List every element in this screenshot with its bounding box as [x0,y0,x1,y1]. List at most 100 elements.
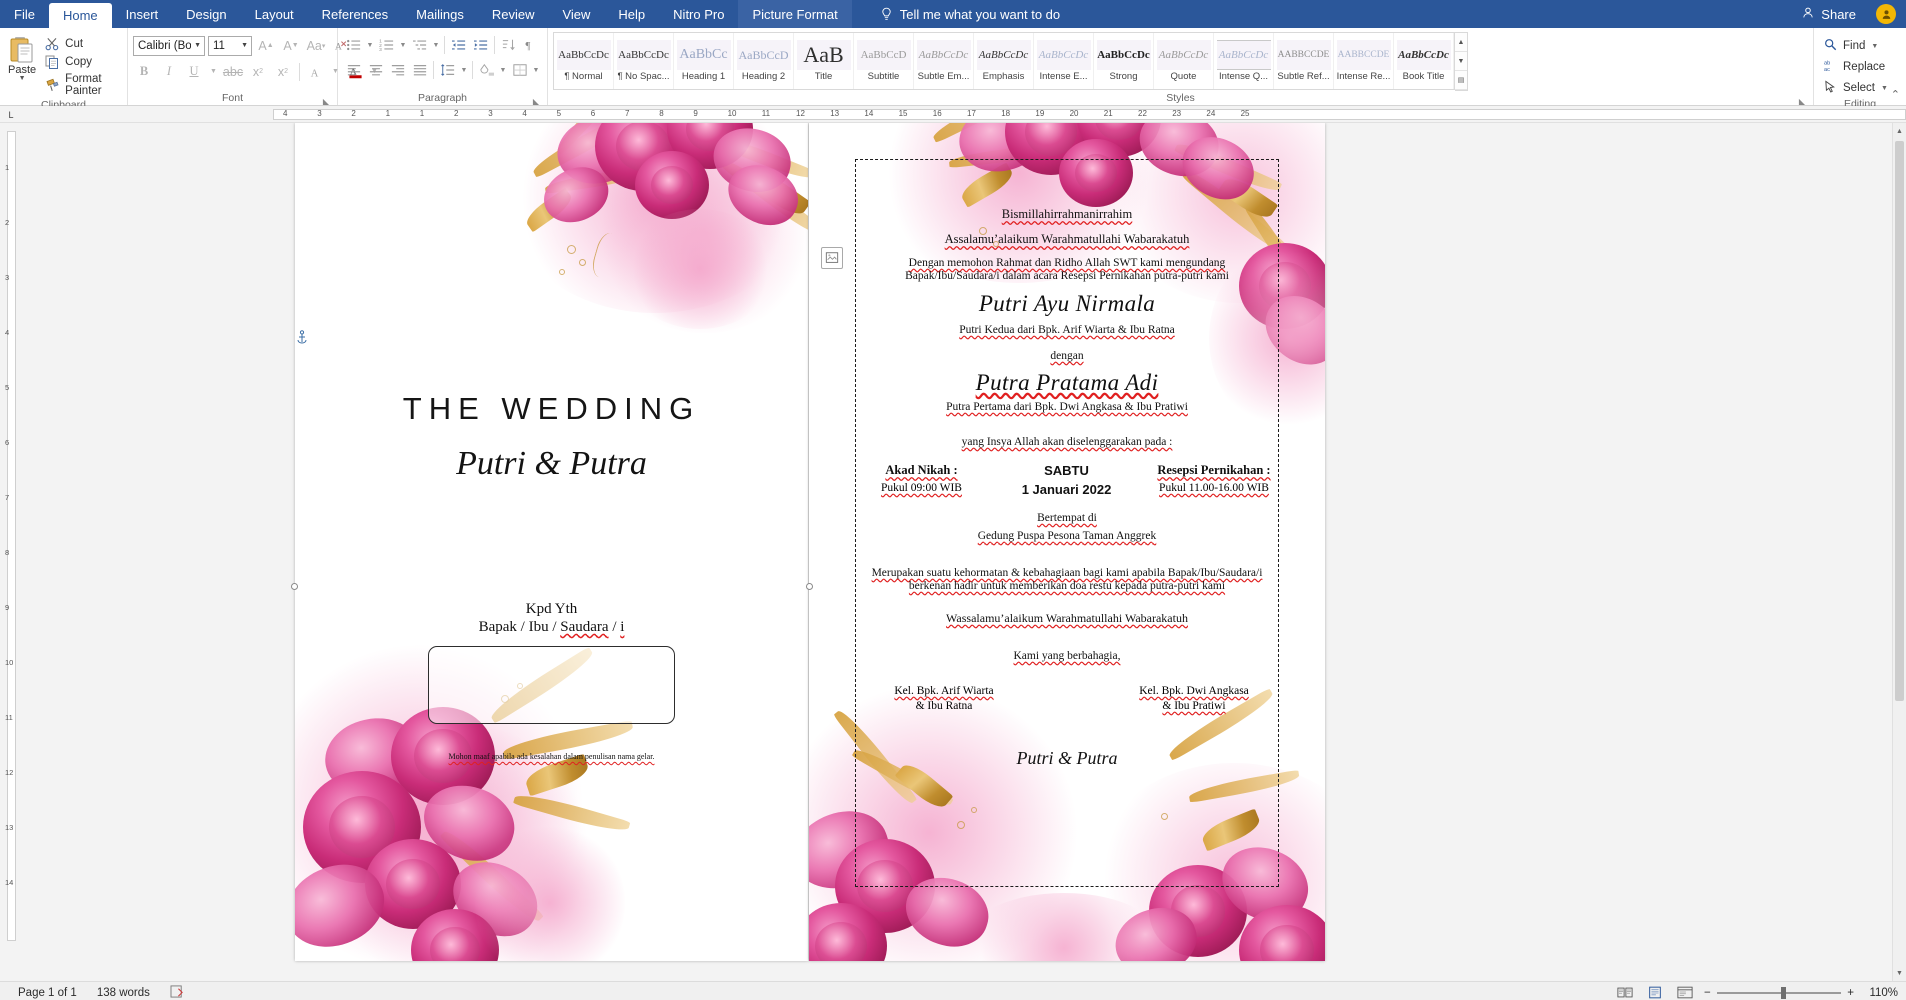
select-caret-icon[interactable]: ▼ [1881,85,1888,92]
web-layout-icon[interactable] [1674,984,1696,1000]
style-item-book-title[interactable]: AaBbCcDc Book Title [1394,33,1454,89]
tab-nitro-pro[interactable]: Nitro Pro [659,0,738,28]
zoom-out-button[interactable]: − [1704,987,1711,999]
line-spacing-icon[interactable] [437,60,458,80]
paste-button[interactable]: Paste ▼ [5,33,39,82]
text-effects-icon[interactable]: A [305,61,327,82]
bold-icon[interactable]: B [133,61,155,82]
tab-stop-icon[interactable]: L [0,106,22,122]
subscript-icon[interactable]: x2 [247,61,269,82]
tab-home[interactable]: Home [48,3,112,28]
superscript-icon[interactable]: x2 [272,61,294,82]
multilevel-caret-icon[interactable]: ▼ [431,35,441,55]
numbering-caret-icon[interactable]: ▼ [398,35,408,55]
bullets-icon[interactable] [343,35,364,55]
tab-mailings[interactable]: Mailings [402,0,478,28]
style-item-subtitle[interactable]: AaBbCcD Subtitle [854,33,914,89]
font-dialog-launcher[interactable]: ◣ [322,95,330,106]
word-count[interactable]: 138 words [87,987,160,999]
style-item-normal[interactable]: AaBbCcDc ¶ Normal [554,33,614,89]
align-center-icon[interactable] [365,60,386,80]
account-avatar[interactable] [1876,4,1896,24]
styles-gallery-scroll[interactable]: ▲ ▼ ▤ [1455,32,1468,91]
share-button[interactable]: Share [1793,6,1864,23]
underline-caret-icon[interactable]: ▼ [208,61,219,82]
style-item-heading-1[interactable]: AaBbCc Heading 1 [674,33,734,89]
paragraph-dialog-launcher[interactable]: ◣ [532,95,540,106]
multilevel-list-icon[interactable] [409,35,430,55]
collapse-ribbon-icon[interactable]: ⌃ [1891,88,1900,101]
style-item-heading-2[interactable]: AaBbCcD Heading 2 [734,33,794,89]
grow-font-icon[interactable]: A ▲ [255,35,277,56]
zoom-track[interactable] [1716,986,1842,999]
vertical-ruler[interactable]: 1 2 3 4 5 6 7 8 9 10 11 12 13 14 [0,123,22,981]
find-button[interactable]: Find ▼ [1819,37,1893,55]
print-layout-icon[interactable] [1644,984,1666,1000]
paste-caret-icon[interactable]: ▼ [19,75,26,82]
document-page-right[interactable]: Bismillahirrahmanirrahim Assalamu’alaiku… [809,123,1325,961]
align-left-icon[interactable] [343,60,364,80]
zoom-level[interactable]: 110% [1862,987,1898,999]
scroll-down-icon[interactable]: ▼ [1893,965,1906,981]
styles-scroll-up-icon[interactable]: ▲ [1455,33,1467,52]
selection-handle-right[interactable] [806,583,813,590]
tab-file[interactable]: File [0,0,49,28]
style-item-emphasis[interactable]: AaBbCcDc Emphasis [974,33,1034,89]
style-item-subtle-emphasis[interactable]: AaBbCcDc Subtle Em... [914,33,974,89]
style-item-quote[interactable]: AaBbCcDc Quote [1154,33,1214,89]
font-size-combo[interactable]: 11 ▼ [208,35,252,56]
find-caret-icon[interactable]: ▼ [1871,43,1878,50]
style-item-strong[interactable]: AaBbCcDc Strong [1094,33,1154,89]
style-item-subtle-reference[interactable]: AABBCCDE Subtle Ref... [1274,33,1334,89]
borders-icon[interactable] [509,60,530,80]
guest-name-box[interactable] [428,646,675,724]
select-button[interactable]: Select ▼ [1819,79,1893,97]
shrink-font-icon[interactable]: A ▼ [280,35,302,56]
shading-icon[interactable] [476,60,497,80]
tab-design[interactable]: Design [172,0,240,28]
align-right-icon[interactable] [387,60,408,80]
styles-scroll-down-icon[interactable]: ▼ [1455,52,1467,71]
underline-icon[interactable]: U [183,61,205,82]
numbering-icon[interactable]: 1 2 3 [376,35,397,55]
cut-button[interactable]: Cut [41,36,122,52]
sort-icon[interactable] [498,35,519,55]
zoom-thumb[interactable] [1781,986,1787,999]
proofing-icon[interactable] [160,984,195,1000]
format-painter-button[interactable]: Format Painter [41,72,122,98]
read-mode-icon[interactable] [1614,984,1636,1000]
copy-button[interactable]: Copy [41,54,122,70]
document-page-left[interactable]: THE WEDDING Putri & Putra Kpd Yth Bapak … [295,123,808,961]
change-case-icon[interactable]: Aa ▾ [305,35,327,56]
style-item-intense-reference[interactable]: AABBCCDE Intense Re... [1334,33,1394,89]
layout-options-button[interactable] [821,247,843,269]
line-spacing-caret-icon[interactable]: ▼ [459,60,469,80]
justify-icon[interactable] [409,60,430,80]
styles-more-icon[interactable]: ▤ [1455,71,1467,90]
tab-insert[interactable]: Insert [112,0,173,28]
bullets-caret-icon[interactable]: ▼ [365,35,375,55]
tab-references[interactable]: References [308,0,402,28]
zoom-slider[interactable]: − + [1704,986,1854,999]
tell-me-search[interactable]: Tell me what you want to do [866,0,1074,28]
increase-indent-icon[interactable] [470,35,491,55]
shading-caret-icon[interactable]: ▼ [498,60,508,80]
italic-icon[interactable]: I [158,61,180,82]
replace-button[interactable]: ab ac Replace [1819,58,1893,76]
page-indicator[interactable]: Page 1 of 1 [8,987,87,999]
vertical-scrollbar[interactable]: ▲ ▼ [1892,123,1906,981]
style-item-title[interactable]: AaB Title [794,33,854,89]
selection-handle-left[interactable] [291,583,298,590]
tab-layout[interactable]: Layout [241,0,308,28]
font-name-combo[interactable]: Calibri (Body▼ [133,35,205,56]
strikethrough-icon[interactable]: abc [222,61,244,82]
borders-caret-icon[interactable]: ▼ [531,60,541,80]
style-item-no-spacing[interactable]: AaBbCcDc ¶ No Spac... [614,33,674,89]
tab-review[interactable]: Review [478,0,549,28]
document-canvas[interactable]: THE WEDDING Putri & Putra Kpd Yth Bapak … [22,123,1892,981]
tab-help[interactable]: Help [604,0,659,28]
scroll-up-icon[interactable]: ▲ [1893,123,1906,139]
style-item-intense-emphasis[interactable]: AaBbCcDc Intense E... [1034,33,1094,89]
styles-dialog-launcher[interactable]: ◣ [1798,95,1806,106]
style-item-intense-quote[interactable]: AaBbCcDc Intense Q... [1214,33,1274,89]
